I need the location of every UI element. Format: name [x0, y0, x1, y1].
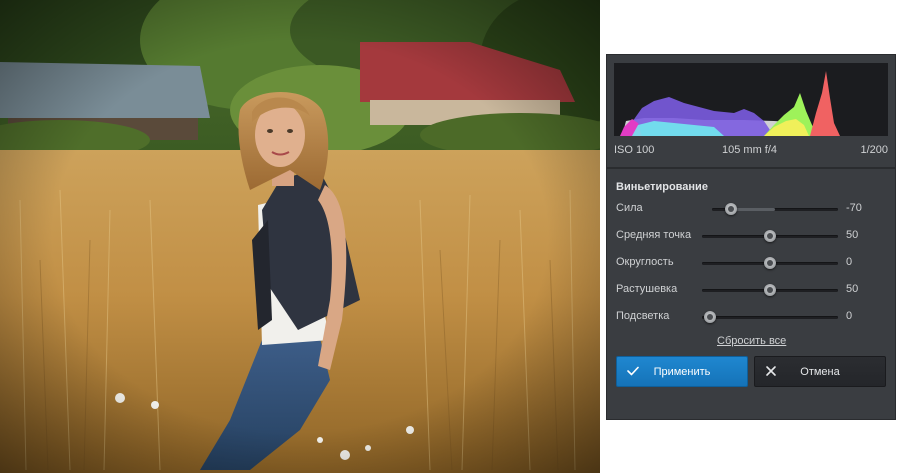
- slider-value: 50: [846, 229, 859, 241]
- slider-fill: [731, 208, 775, 211]
- apply-button[interactable]: Применить: [616, 356, 748, 387]
- cancel-button-label: Отмена: [800, 366, 840, 378]
- lens-value: 105 mm f/4: [722, 144, 778, 156]
- apply-button-label: Применить: [653, 366, 711, 378]
- reset-all-link[interactable]: Сбросить все: [717, 335, 786, 347]
- feather-slider-track[interactable]: [702, 284, 838, 296]
- photo-canvas[interactable]: [0, 0, 600, 473]
- highlight-slider-track[interactable]: [702, 311, 838, 323]
- slider-label: Средняя точка: [616, 229, 692, 241]
- midpoint-slider-knob[interactable]: [764, 230, 776, 242]
- slider-label: Подсветка: [616, 310, 670, 322]
- histogram-chart: [614, 63, 888, 136]
- slider-row-midpoint: Средняя точка 50: [616, 227, 886, 245]
- slider-label: Округлость: [616, 256, 674, 268]
- cancel-button[interactable]: Отмена: [754, 356, 886, 387]
- slider-value: 0: [846, 256, 853, 268]
- histogram-section: ISO 100 105 mm f/4 1/200: [607, 55, 895, 166]
- panel-divider: [607, 167, 895, 169]
- slider-row-roundness: Округлость 0: [616, 254, 886, 272]
- slider-label: Растушевка: [616, 283, 678, 295]
- slider-value: -70: [846, 202, 862, 214]
- slider-value: 50: [846, 283, 859, 295]
- iso-value: ISO 100: [614, 144, 655, 156]
- shutter-value: 1/200: [860, 144, 888, 156]
- slider-row-highlight: Подсветка 0: [616, 308, 886, 326]
- slider-value: 0: [846, 310, 853, 322]
- strength-slider-track[interactable]: [712, 203, 838, 215]
- midpoint-slider-track[interactable]: [702, 230, 838, 242]
- vignette-panel: ISO 100 105 mm f/4 1/200 Виньетирование …: [606, 54, 896, 420]
- slider-label: Сила: [616, 202, 643, 214]
- slider-row-feather: Растушевка 50: [616, 281, 886, 299]
- app-window: ISO 100 105 mm f/4 1/200 Виньетирование …: [0, 0, 900, 473]
- strength-slider-knob[interactable]: [725, 203, 737, 215]
- roundness-slider-knob[interactable]: [764, 257, 776, 269]
- roundness-slider-track[interactable]: [702, 257, 838, 269]
- feather-slider-knob[interactable]: [764, 284, 776, 296]
- section-title: Виньетирование: [616, 181, 708, 193]
- highlight-slider-knob[interactable]: [704, 311, 716, 323]
- exif-info: ISO 100 105 mm f/4 1/200: [614, 142, 888, 158]
- photo-image: [0, 0, 600, 473]
- slider-row-strength: Сила -70: [616, 200, 886, 218]
